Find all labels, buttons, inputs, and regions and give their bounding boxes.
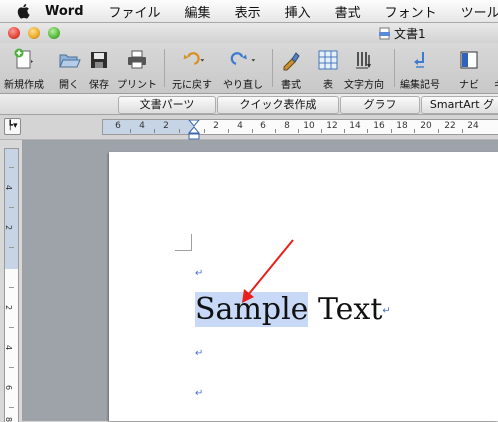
annotation-arrow-icon: [242, 239, 294, 303]
